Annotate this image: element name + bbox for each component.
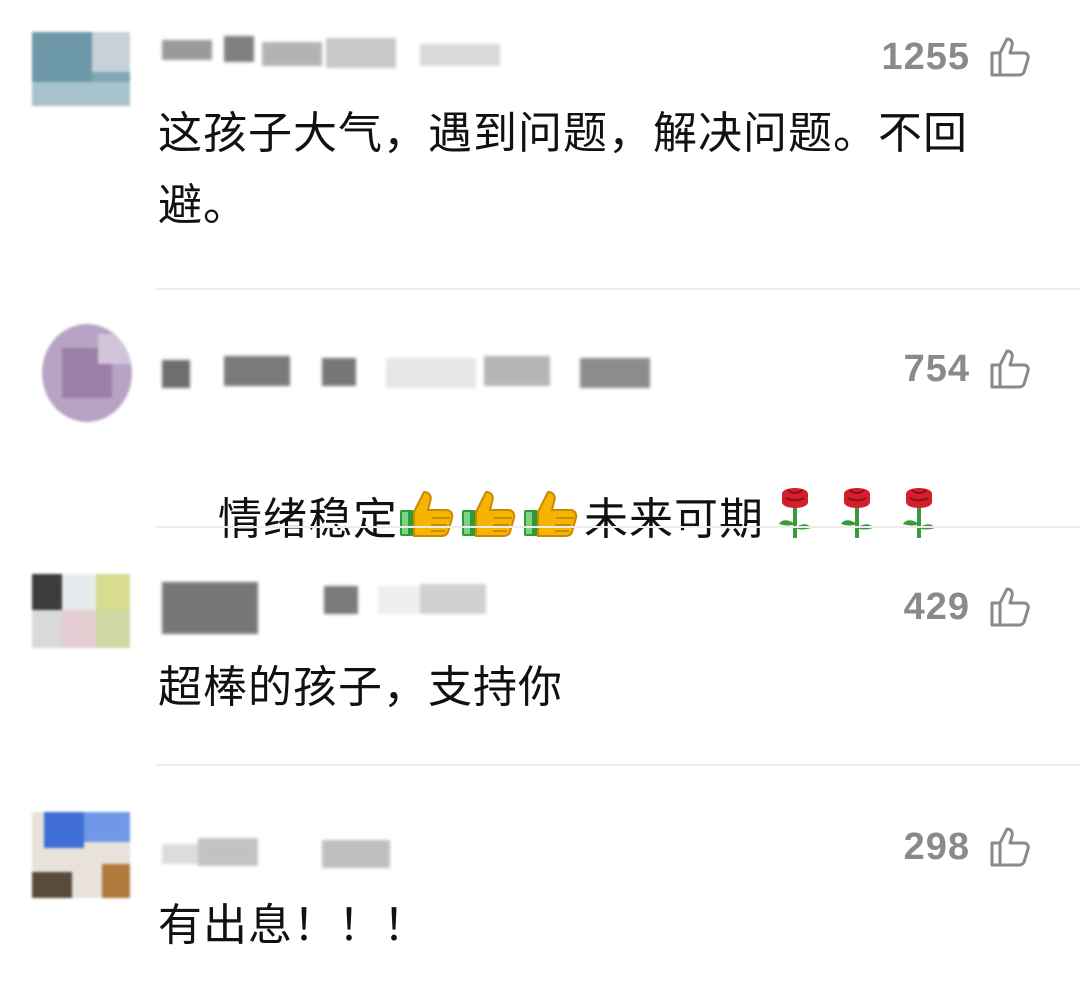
like-count: 754	[903, 347, 970, 390]
thumbs-up-outline-icon	[990, 587, 1030, 627]
username-redacted[interactable]	[158, 580, 678, 634]
thumbs-up-outline-icon	[990, 349, 1030, 389]
rose-emoji	[778, 488, 811, 538]
like-button[interactable]: 1255	[881, 32, 1032, 82]
rose-emoji	[840, 488, 873, 538]
divider	[156, 764, 1080, 766]
username-redacted[interactable]	[158, 34, 678, 80]
comment-text: 这孩子大气，遇到问题，解决问题。不回避。	[158, 108, 968, 231]
like-button[interactable]: 754	[904, 344, 1032, 394]
like-count: 429	[903, 585, 970, 628]
comment-text: 有出息！！！	[158, 900, 428, 951]
comment-text-prefix: 情绪稳定	[217, 494, 398, 545]
thumbs-up-emoji	[461, 490, 516, 537]
thumbs-up-emoji	[399, 490, 454, 537]
like-button[interactable]: 298	[904, 822, 1032, 872]
divider	[156, 288, 1080, 290]
like-count: 298	[903, 825, 970, 868]
rose-emoji	[902, 488, 935, 538]
thumbs-up-outline-icon	[990, 37, 1030, 77]
username-redacted[interactable]	[158, 352, 678, 398]
username-redacted[interactable]	[158, 830, 678, 876]
thumbs-up-emoji	[523, 490, 578, 537]
like-count: 1255	[881, 35, 970, 78]
avatar[interactable]	[32, 32, 130, 106]
divider	[156, 526, 1080, 528]
avatar[interactable]	[32, 812, 130, 898]
thumbs-up-outline-icon	[990, 827, 1030, 867]
avatar[interactable]	[32, 574, 130, 648]
like-button[interactable]: 429	[904, 582, 1032, 632]
avatar[interactable]	[42, 324, 132, 422]
comment-text: 超棒的孩子，支持你	[158, 662, 563, 713]
comment-text-middle: 未来可期	[583, 494, 764, 545]
